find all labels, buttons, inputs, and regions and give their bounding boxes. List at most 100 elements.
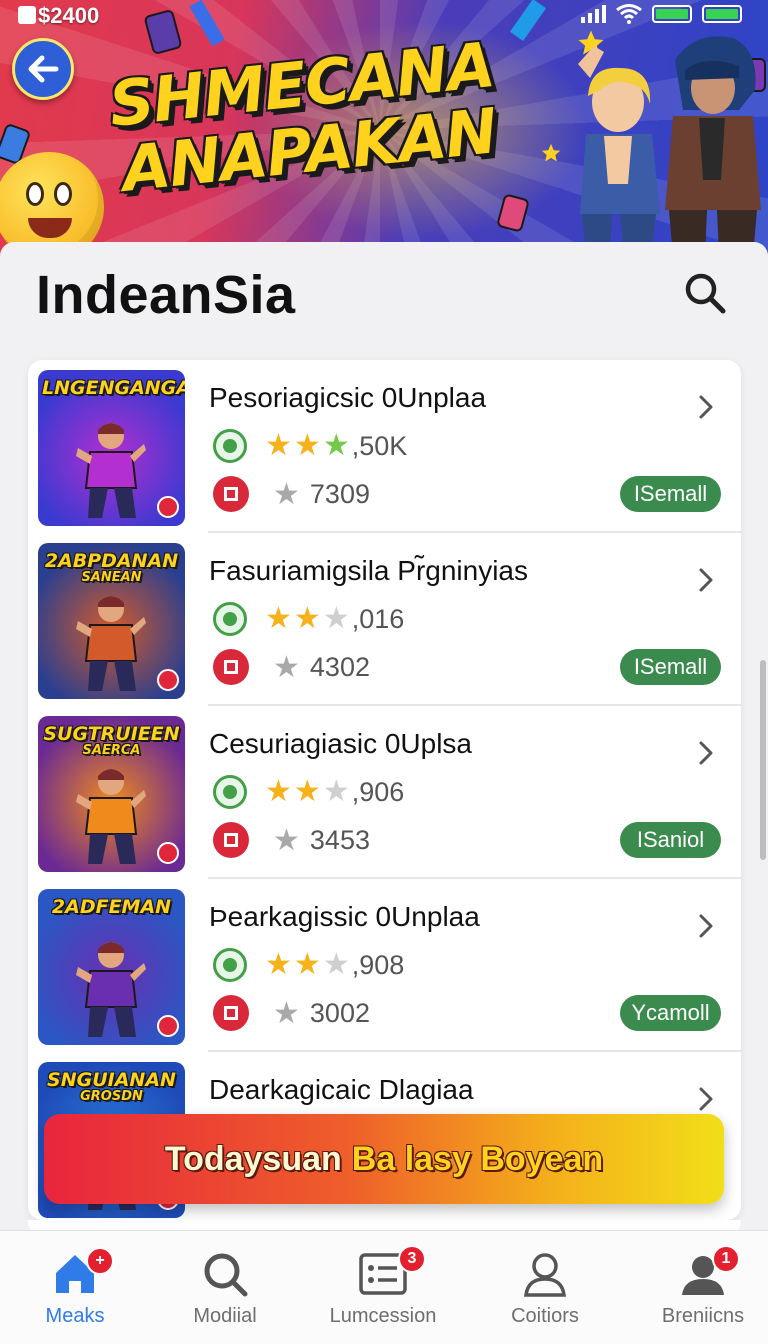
rating-star-icon: ★: [265, 428, 292, 463]
nav-label: Meaks: [45, 1305, 105, 1327]
play-count: 4302: [309, 651, 370, 682]
game-badge-icon: [213, 476, 249, 512]
game-thumbnail[interactable]: 2ADFEMAN: [38, 889, 185, 1045]
game-character-art: [76, 596, 146, 691]
game-title[interactable]: Cesuriagiasic 0Uplsa: [209, 728, 472, 760]
hero-character-hooded: [665, 36, 761, 256]
promo-toast[interactable]: Todaysuan Ba lasy Boyean: [44, 1114, 724, 1204]
rating-row: ★ ★ ★ ,016: [213, 601, 404, 637]
nav-label: Modiial: [193, 1305, 257, 1327]
star-rating: ★ ★ ★: [265, 604, 350, 634]
rating-row: ★ ★ ★ ,50K: [213, 428, 407, 464]
game-list-item[interactable]: LNGENGANGANPesoriagicsic 0Unplaa★★★,50K★…: [28, 360, 741, 533]
promo-text-white: Todaysuan: [164, 1139, 342, 1178]
thumbnail-badge-icon: [157, 669, 179, 691]
back-button[interactable]: [12, 38, 74, 100]
install-button[interactable]: Ycamoll: [620, 995, 721, 1031]
chevron-right-icon[interactable]: [693, 1084, 719, 1114]
gray-star-icon: ★: [273, 822, 300, 858]
thumbnail-title: 2ADFEMAN: [51, 896, 172, 918]
hero-character-blonde: [578, 46, 660, 254]
thumbnail-title: LNGENGANGAN: [42, 377, 185, 399]
plays-row: ★ 3002: [213, 993, 370, 1033]
nav-item-modiial[interactable]: Modiial: [150, 1231, 300, 1344]
game-list-item[interactable]: 2ABPDANAN SANEAN Fasuriamigsila Pr̃gninyia…: [28, 533, 741, 706]
rating-count: ,908: [351, 949, 405, 980]
nav-item-breniicns[interactable]: 1 Breniicns: [628, 1231, 768, 1344]
hero-banner[interactable]: SHMECANA ANAPAKAN $2400: [0, 0, 768, 256]
nav-item-lumcession[interactable]: 3 Lumcession: [308, 1231, 458, 1344]
search-icon: [204, 1253, 248, 1297]
game-title[interactable]: Pesoriagicsic 0Unplaa: [209, 382, 486, 414]
nav-label: Coitiors: [511, 1305, 579, 1327]
game-character-art: [76, 769, 146, 864]
rating-star-icon: ★: [293, 428, 321, 463]
star-rating: ★ ★ ★: [265, 431, 350, 461]
thumbnail-badge-icon: [157, 496, 179, 518]
rating-star-icon: ★: [265, 947, 292, 982]
game-character-art: [76, 423, 146, 518]
chevron-right-icon[interactable]: [693, 911, 719, 941]
scrollbar[interactable]: [760, 660, 766, 860]
game-list-item[interactable]: SUGTRUIEEN SAERCA Cesuriagiasic 0Uplsa ★ ★ ★,…: [28, 706, 741, 879]
install-button[interactable]: ISemall: [620, 476, 721, 512]
notification-icon: [18, 6, 36, 24]
page-title: IndeanSia: [36, 265, 296, 325]
thumbnail-badge-icon: [157, 1015, 179, 1037]
notification-badge: +: [86, 1247, 114, 1275]
rating-star-icon: ★: [293, 947, 321, 982]
bottom-nav: + Meaks Modiial 3 Lumcession Coitiors 1 …: [0, 1230, 768, 1344]
chevron-right-icon[interactable]: [693, 738, 719, 768]
thumbnail-title: 2ABPDANAN SANEAN: [44, 550, 179, 585]
rating-star-icon: ★: [293, 774, 321, 809]
rating-row: ★ ★ ★ ,908: [213, 947, 404, 983]
star-decoration-icon: [541, 143, 561, 162]
star-rating: ★ ★ ★: [265, 950, 350, 980]
install-button[interactable]: ISaniol: [620, 822, 721, 858]
game-character-art: [76, 942, 146, 1037]
search-button[interactable]: [680, 268, 730, 318]
notification-badge: 1: [712, 1245, 740, 1273]
status-bar: $2400: [0, 0, 768, 32]
game-thumbnail[interactable]: 2ABPDANAN SANEAN: [38, 543, 185, 699]
gray-star-icon: ★: [273, 995, 300, 1031]
chevron-right-icon[interactable]: [693, 392, 719, 422]
rating-star-icon: ★: [265, 774, 292, 809]
nav-label: Breniicns: [661, 1305, 745, 1327]
battery-icon: [652, 5, 692, 23]
rating-count: ,906: [351, 776, 405, 807]
notification-badge: 3: [398, 1245, 426, 1273]
game-list-item[interactable]: 2ADFEMAN Þearkagissic 0Unplaa ★ ★ ★ ,908 ★ 3002…: [28, 879, 741, 1052]
rating-star-icon: ★: [322, 774, 350, 809]
chevron-right-icon[interactable]: [693, 565, 719, 595]
plays-row: ★ 7309: [213, 474, 370, 514]
signal-icon: [581, 5, 606, 23]
play-count: 7309: [309, 478, 370, 509]
chat-bubble-icon: [213, 775, 247, 809]
promo-text-gold: Ba lasy Boyean: [351, 1139, 604, 1178]
thumbnail-title: SNGUIANAN GROSDN: [47, 1069, 176, 1104]
game-title[interactable]: Þearkagissic 0Unplaa: [209, 901, 480, 933]
rating-star-icon: ★: [322, 428, 350, 463]
thumbnail-title: SUGTRUIEEN SAERCA: [43, 723, 180, 758]
game-title[interactable]: Fasuriamigsila Pr̃gninyias: [209, 555, 528, 587]
plays-row: ★ 4302: [213, 647, 370, 687]
rating-star-icon: ★: [293, 601, 321, 636]
nav-item-coitiors[interactable]: Coitiors: [470, 1231, 620, 1344]
install-button[interactable]: ISemall: [620, 649, 721, 685]
game-thumbnail[interactable]: SUGTRUIEEN SAERCA: [38, 716, 185, 872]
gray-star-icon: ★: [273, 476, 300, 512]
game-badge-icon: [213, 995, 249, 1031]
chat-bubble-icon: [213, 429, 247, 463]
chat-bubble-icon: [213, 948, 247, 982]
game-thumbnail[interactable]: LNGENGANGAN: [38, 370, 185, 526]
play-count: 3002: [309, 997, 370, 1028]
thumbnail-badge-icon: [157, 842, 179, 864]
star-rating: ★ ★ ★: [265, 777, 350, 807]
game-title[interactable]: Dearkagicaic Dlagiaa: [209, 1074, 474, 1106]
nav-item-meaks[interactable]: + Meaks: [0, 1231, 150, 1344]
wifi-icon: [616, 4, 642, 24]
game-list: LNGENGANGANPesoriagicsic 0Unplaa★★★,50K★…: [28, 360, 741, 1220]
plays-row: ★ 3453: [213, 820, 370, 860]
play-count: 3453: [309, 824, 370, 855]
